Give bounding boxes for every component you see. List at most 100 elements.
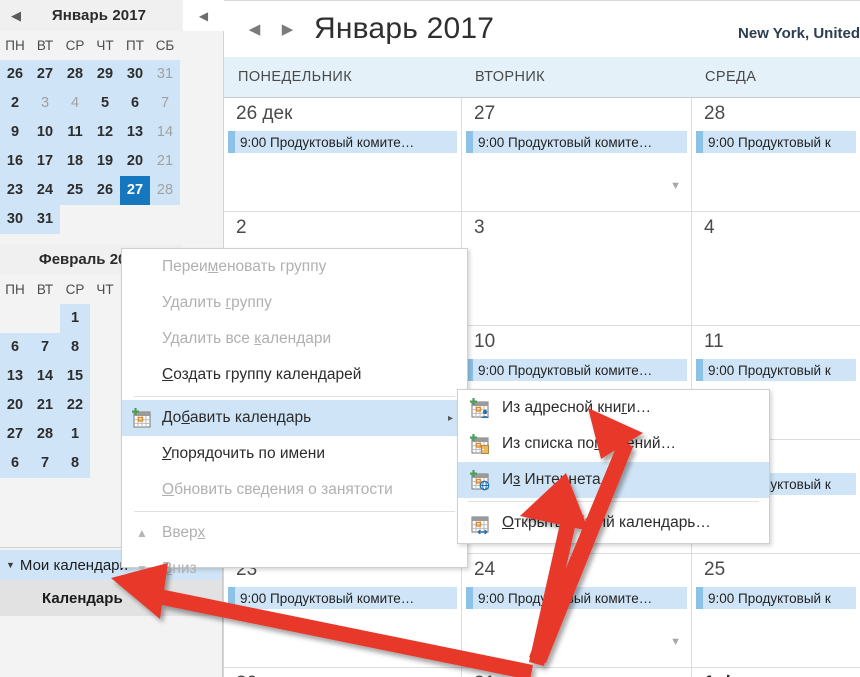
calendar-day-cell[interactable]: 319:00 Продуктовый комите…: [461, 668, 691, 677]
context-menu-item: Переименовать группу: [122, 249, 467, 285]
calendar-event[interactable]: 9:00 Продуктовый комите…: [228, 131, 457, 153]
calendar-event-label: 9:00 Продуктовый комите…: [478, 362, 653, 378]
mini-calendar-day[interactable]: 1: [60, 420, 90, 449]
calendar-day-number: 30: [224, 668, 461, 677]
mini-calendar-day[interactable]: 11: [60, 118, 90, 147]
mini-calendar-day[interactable]: 23: [0, 176, 30, 205]
mini-calendar-day[interactable]: 10: [30, 118, 60, 147]
calendar-day-cell[interactable]: 27 9:00 Продуктовый комите… ▼: [461, 98, 691, 212]
calendar-day-cell[interactable]: 25 9:00 Продуктовый к: [691, 554, 860, 668]
mini-calendar-day[interactable]: 1: [60, 304, 90, 333]
mini-calendar-day[interactable]: 6: [120, 89, 150, 118]
calendar-event[interactable]: 9:00 Продуктовый к: [696, 131, 856, 153]
mini-calendar-day[interactable]: 20: [120, 147, 150, 176]
calendar-day-number: 1 фев: [692, 668, 860, 677]
mini-calendar-day[interactable]: 2: [0, 89, 30, 118]
submenu-item-label: Открыть общий календарь…: [502, 514, 711, 531]
mini-calendar-day[interactable]: 22: [60, 391, 90, 420]
mini-calendar-day[interactable]: 20: [0, 391, 30, 420]
mini-calendar-day[interactable]: 21: [30, 391, 60, 420]
mini-calendar-day[interactable]: 6: [0, 449, 30, 478]
calendar-back-icon[interactable]: ◀: [238, 20, 271, 38]
context-menu-item[interactable]: Упорядочить по имени: [122, 436, 467, 472]
calendar-event[interactable]: 9:00 Продуктовый комите…: [228, 587, 457, 609]
calendar-event[interactable]: 9:00 Продуктовый комите…: [466, 131, 687, 153]
calendar-room-icon: [458, 433, 502, 455]
mini-calendar-day[interactable]: 17: [30, 147, 60, 176]
calendar-more-events-icon[interactable]: ▼: [670, 180, 681, 192]
mini-calendar-day[interactable]: 28: [150, 176, 180, 205]
mini-dow: ПТ: [126, 38, 144, 53]
mini-calendar-day[interactable]: 25: [60, 176, 90, 205]
calendar-day-cell[interactable]: 3: [461, 212, 691, 326]
mini-calendar-day[interactable]: 30: [0, 205, 30, 234]
mini-calendar-day[interactable]: 31: [30, 205, 60, 234]
mini-calendar-day[interactable]: 24: [30, 176, 60, 205]
submenu-item-label: Из адресной книги…: [502, 399, 652, 416]
mini-calendar-day[interactable]: 26: [90, 176, 120, 205]
mini-calendar-day[interactable]: 30: [120, 60, 150, 89]
mini-calendar-day[interactable]: 7: [30, 449, 60, 478]
mini-calendar-day[interactable]: 16: [0, 147, 30, 176]
calendar-day-cell[interactable]: 1 фев9:00 Продуктовый к: [691, 668, 860, 677]
mini-calendar-day[interactable]: 8: [60, 333, 90, 362]
calendar-event[interactable]: 9:00 Продуктовый к: [696, 359, 856, 381]
mini-calendar-day[interactable]: 4: [60, 89, 90, 118]
mini-calendar-day[interactable]: 27: [30, 60, 60, 89]
calendar-day-cell[interactable]: 28 9:00 Продуктовый к: [691, 98, 860, 212]
submenu-item[interactable]: Из адресной книги…: [458, 390, 769, 426]
mini-calendar-empty-cell: [90, 420, 120, 449]
add-calendar-submenu: Из адресной книги… Из списка помещений… Из…: [457, 389, 770, 544]
mini-calendar-prev-icon[interactable]: ◀: [0, 9, 32, 22]
mini-calendar-day[interactable]: 31: [150, 60, 180, 89]
context-menu-item[interactable]: Создать группу календарей: [122, 357, 467, 393]
calendar-event-label: 9:00 Продуктовый комите…: [478, 590, 653, 606]
mini-calendar-day[interactable]: 5: [90, 89, 120, 118]
mini-calendar-day[interactable]: 19: [90, 147, 120, 176]
mini-calendar-empty-cell: [90, 362, 120, 391]
mini-calendar-day[interactable]: 29: [90, 60, 120, 89]
submenu-item[interactable]: Открыть общий календарь…: [458, 505, 769, 541]
mini-calendar-day[interactable]: 28: [30, 420, 60, 449]
submenu-item[interactable]: Из списка помещений…: [458, 426, 769, 462]
mini-calendar-day[interactable]: 3: [30, 89, 60, 118]
mini-calendar-day[interactable]: 7: [30, 333, 60, 362]
calendar-day-number: 27: [474, 103, 496, 124]
mini-calendar-day[interactable]: 7: [150, 89, 180, 118]
mini-calendar-day[interactable]: 14: [150, 118, 180, 147]
calendar-day-cell[interactable]: 309:00 Продуктовый комите…: [224, 668, 461, 677]
calendar-group-context-menu: Переименовать группу Удалить группу Удалит…: [121, 248, 468, 577]
mini-calendar-day[interactable]: 14: [30, 362, 60, 391]
calendar-day-cell[interactable]: 4: [691, 212, 860, 326]
nav-item-calendar-label: Календарь: [42, 589, 123, 607]
mini-calendar-day[interactable]: 18: [60, 147, 90, 176]
mini-calendar-day[interactable]: 27: [0, 420, 30, 449]
mini-calendar-day[interactable]: 13: [120, 118, 150, 147]
calendar-forward-icon[interactable]: ▶: [271, 20, 304, 38]
calendar-day-number: 26 дек: [236, 103, 293, 124]
calendar-event[interactable]: 9:00 Продуктовый к: [696, 587, 856, 609]
calendar-event-label: 9:00 Продуктовый к: [708, 590, 831, 606]
mini-calendar-day[interactable]: 28: [60, 60, 90, 89]
mini-calendar-day[interactable]: 27: [120, 176, 150, 205]
mini-calendar-week-row: 9 10 11 12 13 14: [0, 118, 182, 147]
mini-calendar-day[interactable]: 21: [150, 147, 180, 176]
submenu-item[interactable]: Из Интернета…: [458, 462, 769, 498]
calendar-day-cell[interactable]: 24 9:00 Продуктовый комите… ▼: [461, 554, 691, 668]
mini-calendar-day[interactable]: 8: [60, 449, 90, 478]
mini-calendar-day[interactable]: 26: [0, 60, 30, 89]
calendar-more-events-icon[interactable]: ▼: [670, 636, 681, 648]
mini-calendar-day[interactable]: 13: [0, 362, 30, 391]
mini-dow: СР: [65, 38, 85, 53]
mini-calendar-empty-cell: [30, 304, 60, 333]
navigation-pane-collapse-icon[interactable]: ◀: [183, 0, 224, 31]
calendar-event[interactable]: 9:00 Продуктовый комите…: [466, 587, 687, 609]
mini-calendar-day[interactable]: 12: [90, 118, 120, 147]
calendar-event[interactable]: 9:00 Продуктовый комите…: [466, 359, 687, 381]
calendar-day-cell[interactable]: 26 дек 9:00 Продуктовый комите…: [224, 98, 461, 212]
context-menu-item[interactable]: Добавить календарь ▸: [122, 400, 467, 436]
menu-separator: [134, 511, 455, 512]
mini-calendar-day[interactable]: 6: [0, 333, 30, 362]
mini-calendar-day[interactable]: 15: [60, 362, 90, 391]
mini-calendar-day[interactable]: 9: [0, 118, 30, 147]
